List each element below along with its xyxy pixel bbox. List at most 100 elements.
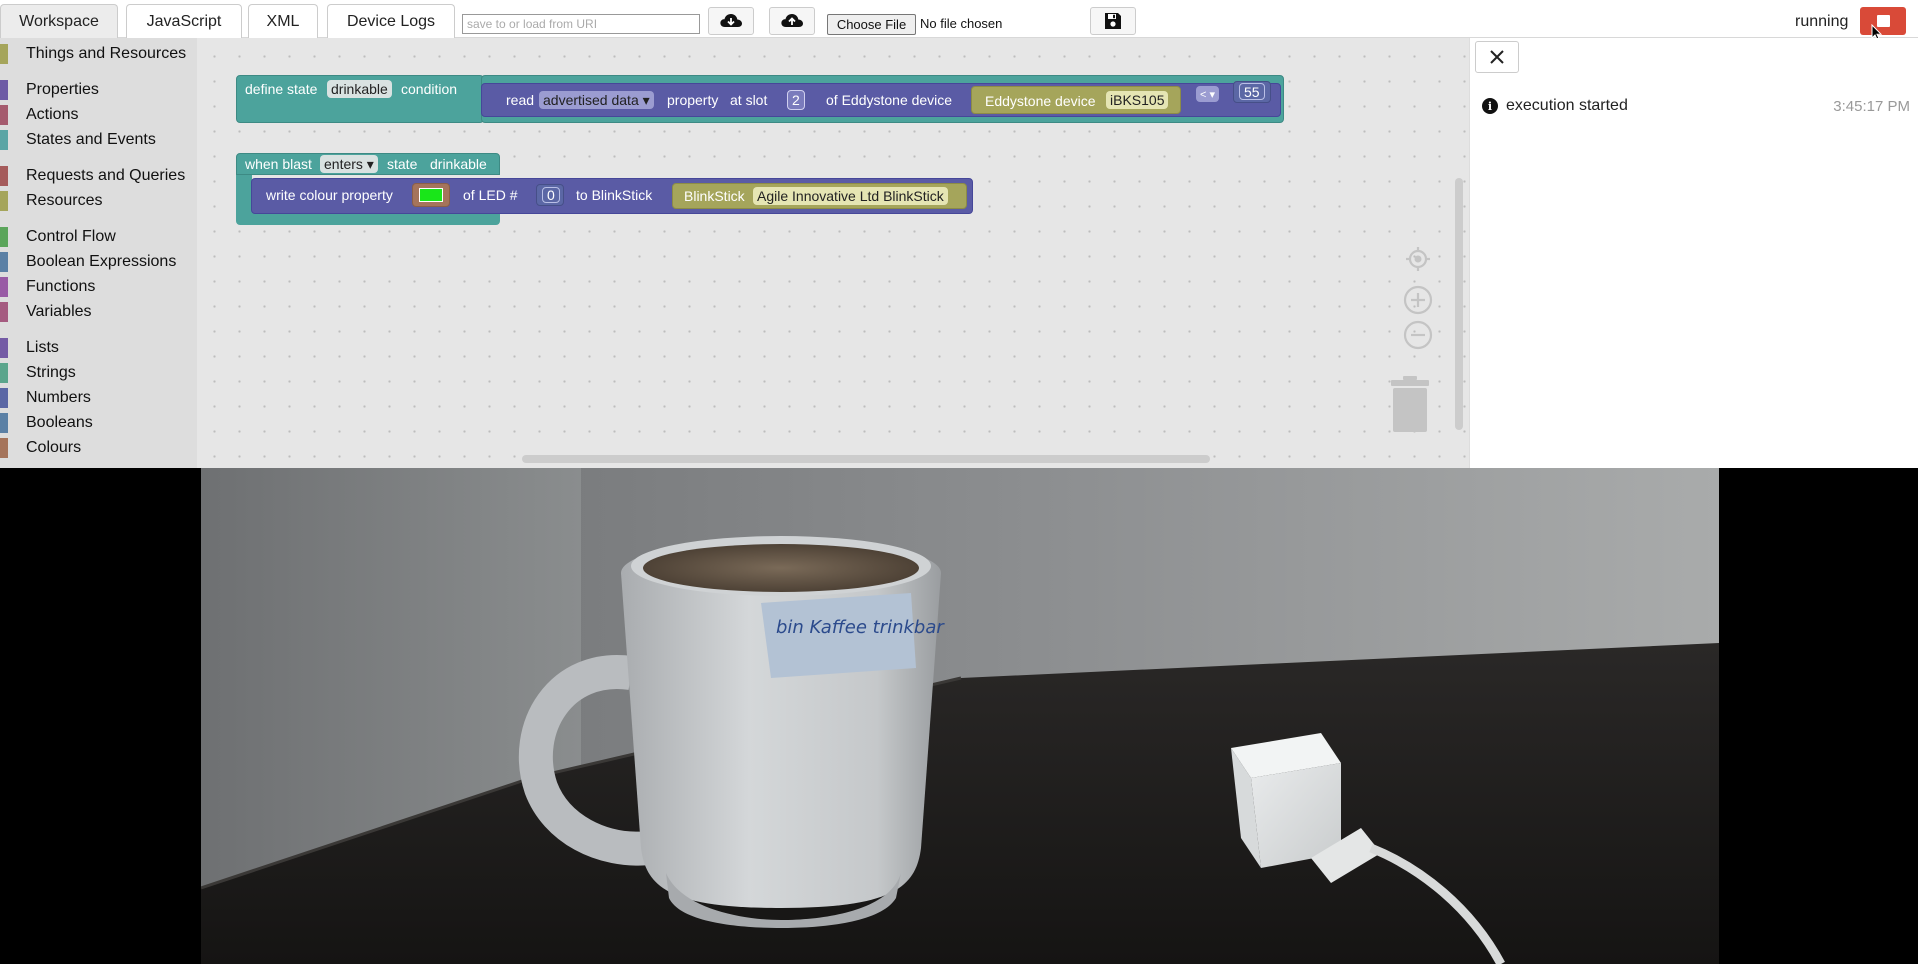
app-window: Workspace JavaScript XML Device Logs Cho…: [0, 0, 1918, 964]
close-log-button[interactable]: [1475, 41, 1519, 73]
trash-icon: [1391, 376, 1429, 432]
run-status-label: running: [1795, 13, 1849, 30]
category-label: Properties: [26, 81, 99, 98]
category-label: Boolean Expressions: [26, 253, 177, 270]
zoom-out-icon: [1403, 320, 1433, 350]
of-eddystone-device-text: of Eddystone device: [826, 92, 953, 108]
category-label: Resources: [26, 192, 103, 209]
when-blast-text: when blast: [245, 156, 312, 172]
choose-file-button[interactable]: Choose File: [827, 14, 916, 35]
state-name-text: drinkable: [430, 156, 487, 172]
category-color-bar: [0, 413, 8, 433]
category-label: Numbers: [26, 389, 91, 406]
category-label: Variables: [26, 303, 92, 320]
zoom-in-button[interactable]: [1403, 285, 1433, 315]
toolbox-category-resources[interactable]: Resources: [0, 189, 197, 213]
tab-javascript[interactable]: JavaScript: [126, 4, 242, 38]
category-color-bar: [0, 105, 8, 125]
trash-button[interactable]: [1389, 376, 1431, 439]
toolbox-category-numbers[interactable]: Numbers: [0, 386, 197, 410]
state-text: state: [387, 156, 418, 172]
of-led-text: of LED #: [463, 187, 518, 203]
category-label: Lists: [26, 339, 59, 356]
to-blinkstick-text: to BlinkStick: [576, 187, 653, 203]
eddystone-device-name-field[interactable]: iBKS105: [1106, 91, 1169, 109]
colour-swatch[interactable]: [419, 188, 443, 202]
slot-number-field[interactable]: 2: [787, 90, 805, 110]
file-status-text: No file chosen: [920, 16, 1003, 31]
recenter-button[interactable]: [1403, 244, 1433, 274]
category-color-bar: [0, 227, 8, 247]
compare-operator-dropdown[interactable]: < ▾: [1196, 86, 1220, 102]
toolbox-category-booleans[interactable]: Booleans: [0, 411, 197, 435]
condition-text: condition: [401, 81, 458, 97]
load-from-uri-button[interactable]: [708, 7, 754, 35]
workspace-vertical-scrollbar[interactable]: [1455, 178, 1463, 430]
toolbox-category-control-flow[interactable]: Control Flow: [0, 225, 197, 249]
read-text: read: [506, 92, 535, 108]
state-name-field[interactable]: drinkable: [327, 80, 392, 98]
mug-note-text: bin Kaffee trinkbar: [776, 617, 945, 638]
tab-workspace[interactable]: Workspace: [0, 4, 118, 38]
blocks-workspace[interactable]: define state drinkable condition read ad…: [197, 38, 1469, 468]
toolbox-category-strings[interactable]: Strings: [0, 361, 197, 385]
uri-input[interactable]: [462, 14, 700, 34]
transition-dropdown[interactable]: enters ▾: [320, 155, 378, 173]
toolbox-category-states-and-events[interactable]: States and Events: [0, 128, 197, 152]
category-label: Functions: [26, 278, 96, 295]
blinkstick-device-name-field[interactable]: Agile Innovative Ltd BlinkStick: [753, 187, 948, 205]
top-toolbar: Workspace JavaScript XML Device Logs Cho…: [0, 0, 1918, 42]
tab-device-logs[interactable]: Device Logs: [327, 4, 455, 38]
when-blast-block-spine: [236, 175, 252, 211]
category-label: Things and Resources: [26, 45, 187, 62]
cloud-download-icon: [720, 14, 742, 27]
category-color-bar: [0, 80, 8, 100]
category-color-bar: [0, 338, 8, 358]
close-icon: [1490, 50, 1504, 64]
category-label: Requests and Queries: [26, 167, 186, 184]
log-message: execution started: [1506, 97, 1628, 114]
toolbox-category-boolean-expressions[interactable]: Boolean Expressions: [0, 250, 197, 274]
execution-log-panel: i execution started 3:45:17 PM: [1469, 38, 1918, 468]
toolbox-category-actions[interactable]: Actions: [0, 103, 197, 127]
property-text: property: [667, 92, 719, 108]
category-label: Strings: [26, 364, 76, 381]
compare-value-field[interactable]: 55: [1239, 83, 1265, 100]
define-state-text: define state: [245, 81, 318, 97]
stop-button[interactable]: [1860, 7, 1906, 35]
category-color-bar: [0, 438, 8, 458]
led-index-field[interactable]: 0: [542, 187, 560, 203]
save-button[interactable]: [1090, 7, 1136, 35]
zoom-in-icon: [1403, 285, 1433, 315]
toolbox-category-lists[interactable]: Lists: [0, 336, 197, 360]
category-color-bar: [0, 363, 8, 383]
cloud-upload-icon: [781, 14, 803, 27]
toolbox-category-variables[interactable]: Variables: [0, 300, 197, 324]
category-color-bar: [0, 130, 8, 150]
tab-xml[interactable]: XML: [248, 4, 318, 38]
toolbox-category-requests-and-queries[interactable]: Requests and Queries: [0, 164, 197, 188]
target-icon: [1406, 247, 1430, 271]
category-color-bar: [0, 166, 8, 186]
toolbox-category-things-and-resources[interactable]: Things and Resources: [0, 42, 197, 66]
workspace-horizontal-scrollbar[interactable]: [522, 455, 1210, 463]
webcam-video-feed: bin Kaffee trinkbar: [201, 468, 1719, 964]
write-colour-text: write colour property: [266, 187, 393, 203]
blinkstick-label: BlinkStick: [684, 188, 745, 204]
info-icon: i: [1482, 98, 1498, 114]
category-color-bar: [0, 302, 8, 322]
property-dropdown[interactable]: advertised data ▾: [539, 91, 654, 109]
eddystone-device-label: Eddystone device: [985, 93, 1096, 109]
category-label: Colours: [26, 439, 82, 456]
toolbox-category-properties[interactable]: Properties: [0, 78, 197, 102]
category-color-bar: [0, 277, 8, 297]
floppy-disk-icon: [1105, 13, 1121, 29]
toolbox-category-colours[interactable]: Colours: [0, 436, 197, 460]
at-slot-text: at slot: [730, 92, 768, 108]
zoom-out-button[interactable]: [1403, 320, 1433, 350]
toolbox-category-functions[interactable]: Functions: [0, 275, 197, 299]
category-color-bar: [0, 388, 8, 408]
category-color-bar: [0, 252, 8, 272]
log-entry: i execution started 3:45:17 PM: [1482, 96, 1910, 116]
upload-to-uri-button[interactable]: [769, 7, 815, 35]
